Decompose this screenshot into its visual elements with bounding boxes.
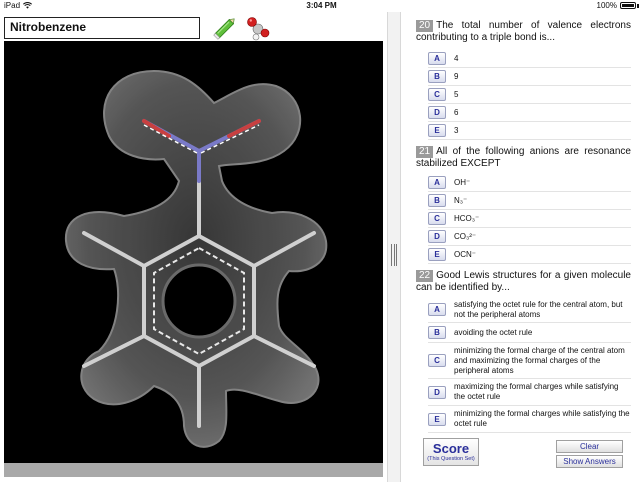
question-panel: 20 The total number of valence electrons …: [401, 12, 643, 482]
pencil-icon[interactable]: [212, 15, 238, 41]
option-text: HCO₃⁻: [454, 213, 480, 223]
option-row[interactable]: D CO₃²⁻: [428, 228, 631, 246]
option-row[interactable]: C HCO₃⁻: [428, 210, 631, 228]
option-row[interactable]: B N₃⁻: [428, 192, 631, 210]
option-row[interactable]: Cminimizing the formal charge of the cen…: [428, 343, 631, 379]
clear-button[interactable]: Clear: [556, 440, 623, 453]
question-20: 20 The total number of valence electrons …: [416, 20, 631, 44]
option-a-button[interactable]: A: [428, 52, 446, 65]
split-divider[interactable]: [387, 12, 401, 482]
battery-percent: 100%: [596, 1, 617, 10]
option-text: maximizing the formal charges while sati…: [454, 382, 619, 401]
option-row[interactable]: C5: [428, 86, 631, 104]
question-number: 22: [416, 270, 434, 282]
option-text: minimizing the formal charge of the cent…: [454, 345, 625, 375]
viewer-footer-bar: [4, 463, 383, 477]
score-label: Score: [432, 441, 470, 456]
option-text: 6: [454, 107, 459, 117]
option-text: 9: [454, 71, 459, 81]
option-b-button[interactable]: B: [428, 70, 446, 83]
option-row[interactable]: Eminimizing the formal charges while sat…: [428, 406, 631, 433]
question-21: 21 All of the following anions are resona…: [416, 146, 631, 170]
question-text: All of the following anions are resonanc…: [416, 146, 631, 169]
battery-icon: [620, 2, 636, 9]
option-row[interactable]: Bavoiding the octet rule: [428, 323, 631, 343]
option-row[interactable]: A OH⁻: [428, 174, 631, 192]
option-c-button[interactable]: C: [428, 212, 446, 225]
option-row[interactable]: B9: [428, 68, 631, 86]
option-d-button[interactable]: D: [428, 230, 446, 243]
battery-tip: [637, 3, 639, 8]
molecule-panel: Nitrobenzene: [0, 12, 387, 482]
option-d-button[interactable]: D: [428, 106, 446, 119]
option-e-button[interactable]: E: [428, 248, 446, 261]
option-text: N₃⁻: [454, 195, 468, 205]
option-d-button[interactable]: D: [428, 385, 446, 399]
option-row[interactable]: A4: [428, 50, 631, 68]
option-c-button[interactable]: C: [428, 88, 446, 101]
option-row[interactable]: E3: [428, 122, 631, 140]
status-bar: iPad 3:04 PM 100%: [0, 0, 643, 12]
score-sublabel: (This Question Set): [427, 456, 475, 462]
option-c-button[interactable]: C: [428, 354, 446, 367]
option-text: minimizing the formal charges while sati…: [454, 409, 630, 428]
option-text: avoiding the octet rule: [454, 327, 533, 337]
nitrobenzene-3d-model: [64, 69, 328, 448]
status-right: 100%: [597, 1, 639, 10]
option-text: 5: [454, 89, 459, 99]
clock: 3:04 PM: [306, 1, 337, 10]
score-button[interactable]: Score (This Question Set): [423, 438, 479, 466]
option-text: satisfying the octet rule for the centra…: [454, 299, 623, 319]
option-row[interactable]: Dmaximizing the formal charges while sat…: [428, 379, 631, 406]
option-row[interactable]: D6: [428, 104, 631, 122]
molecule-name: Nitrobenzene: [4, 17, 200, 39]
question-number: 20: [416, 20, 434, 32]
option-text: 4: [454, 53, 459, 63]
question-text: The total number of valence electrons co…: [416, 20, 631, 43]
show-answers-button[interactable]: Show Answers: [556, 455, 623, 468]
question-text: Good Lewis structures for a given molecu…: [416, 270, 631, 293]
option-row[interactable]: E OCN⁻: [428, 246, 631, 264]
option-a-button[interactable]: A: [428, 303, 446, 316]
option-row[interactable]: Asatisfying the octet rule for the centr…: [428, 297, 631, 323]
option-e-button[interactable]: E: [428, 124, 446, 137]
question-22: 22 Good Lewis structures for a given mole…: [416, 270, 631, 294]
molecule-model-icon[interactable]: [244, 14, 272, 42]
drag-handle-icon[interactable]: [391, 244, 397, 266]
option-b-button[interactable]: B: [428, 194, 446, 207]
option-text: OH⁻: [454, 177, 471, 187]
option-text: OCN⁻: [454, 249, 476, 259]
option-e-button[interactable]: E: [428, 412, 446, 426]
option-text: CO₃²⁻: [454, 231, 477, 241]
option-b-button[interactable]: B: [428, 326, 446, 339]
option-a-button[interactable]: A: [428, 176, 446, 189]
option-text: 3: [454, 125, 459, 135]
question-number: 21: [416, 146, 434, 158]
molecule-viewer[interactable]: [4, 41, 383, 463]
